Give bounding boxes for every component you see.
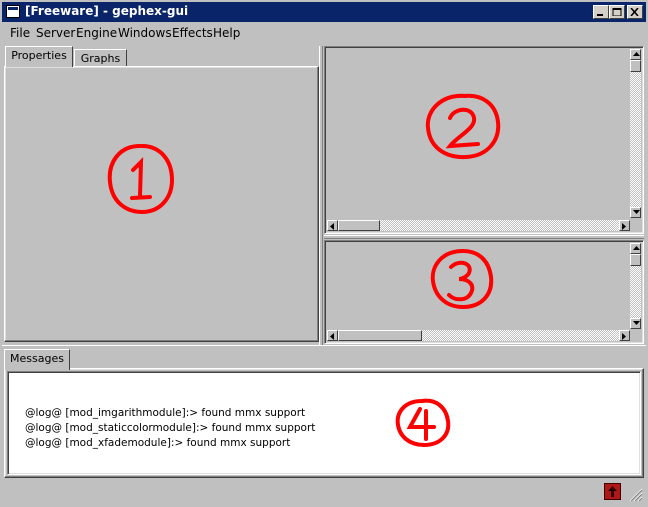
maximize-button[interactable] [609,5,625,19]
scroll-thumb-vertical[interactable] [630,254,641,266]
minimize-icon [597,14,603,16]
menu-effects[interactable]: Effects [172,26,213,40]
menu-file[interactable]: File [10,26,30,40]
annotation-1: 1 [100,140,175,215]
arrow-left-icon [330,333,334,340]
log-line: @log@ [mod_imgarithmodule]:> found mmx s… [25,407,306,419]
arrow-right-icon [622,223,626,230]
arrow-up-icon [633,246,640,250]
annotation-3: 3 [425,247,494,310]
scroll-left-button[interactable] [327,330,338,341]
scroll-left-button[interactable] [327,220,338,231]
minimize-button[interactable] [593,5,609,19]
arrow-down-icon [633,210,640,214]
close-icon [630,8,639,16]
arrow-right-icon [622,333,626,340]
tray-icon[interactable] [604,483,621,500]
arrow-left-icon [330,223,334,230]
annotation-2-label: 2 [418,90,419,91]
annotation-4-label: 4 [392,395,393,396]
window-icon[interactable] [6,5,20,18]
messages-log[interactable]: @log@ [mod_imgarithmodule]:> found mmx s… [7,371,641,475]
log-line: @log@ [mod_xfademodule]:> found mmx supp… [25,437,291,449]
annotation-4: 4 [392,395,451,448]
arrow-up-icon [633,52,640,56]
annotation-2: 2 [418,90,501,160]
menu-help[interactable]: Help [213,26,240,40]
scroll-down-button[interactable] [630,207,641,218]
maximize-icon [612,8,622,16]
arrow-down-icon [633,321,640,325]
annotation-3-label: 3 [425,247,426,248]
tab-properties[interactable]: Properties [5,46,73,67]
window-title: [Freeware] - gephex-gui [25,4,189,18]
tab-messages[interactable]: Messages [4,349,70,370]
messages-splitter[interactable] [2,345,646,346]
vertical-scrollbar[interactable] [630,49,641,218]
annotation-1-label: 1 [100,140,101,141]
scroll-up-button[interactable] [630,49,641,60]
tab-graphs-label: Graphs [80,52,121,65]
menu-bar: File Server Engine Windows Effects Help [4,24,644,43]
menu-engine[interactable]: Engine [76,26,117,40]
messages-panel: @log@ [mod_imgarithmodule]:> found mmx s… [4,368,644,478]
log-line: @log@ [mod_staticcolormodule]:> found mm… [25,422,316,434]
resize-grip-icon[interactable] [629,488,643,502]
close-button[interactable] [627,5,643,19]
scroll-up-button[interactable] [630,243,641,254]
tab-messages-label: Messages [10,352,64,365]
scroll-thumb-horizontal[interactable] [338,220,380,231]
scroll-down-button[interactable] [630,318,641,329]
scroll-thumb-horizontal[interactable] [338,330,422,341]
title-bar[interactable]: [Freeware] - gephex-gui [2,2,646,22]
menu-server[interactable]: Server [36,26,75,40]
scroll-thumb-vertical[interactable] [630,60,641,72]
menu-windows[interactable]: Windows [118,26,172,40]
tab-graphs[interactable]: Graphs [74,49,127,67]
status-bar [2,481,646,505]
tab-properties-label: Properties [11,49,67,62]
scroll-right-button[interactable] [619,330,630,341]
scroll-right-button[interactable] [619,220,630,231]
